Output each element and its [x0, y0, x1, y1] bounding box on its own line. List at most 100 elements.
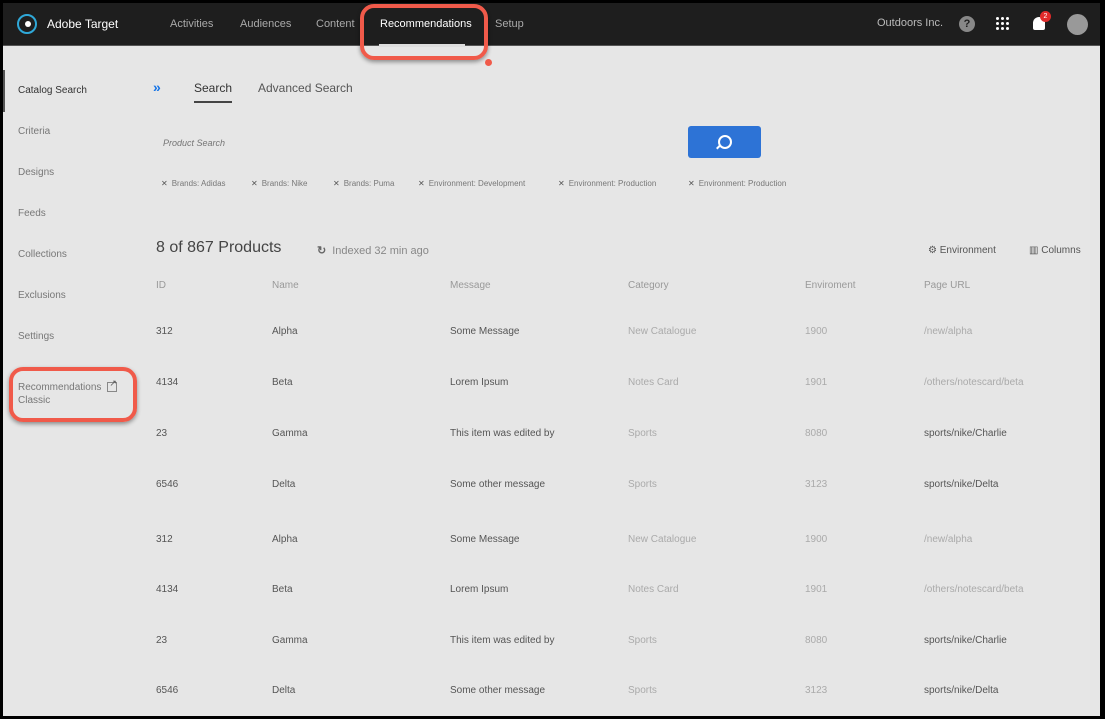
cell-environment: 8080 — [805, 428, 828, 439]
cell-message: Some other message — [450, 479, 546, 490]
active-indicator — [3, 70, 5, 112]
sidebar-item-collections[interactable]: Collections — [18, 249, 67, 260]
gear-icon: ⚙ — [928, 245, 940, 256]
column-header-category[interactable]: Category — [628, 280, 669, 291]
cell-message: This item was edited by — [450, 635, 555, 646]
app-window: Adobe Target Activities Audiences Conten… — [3, 3, 1100, 716]
apps-grid-icon[interactable] — [996, 17, 1010, 31]
cell-name: Beta — [272, 377, 293, 388]
close-icon[interactable]: ✕ — [251, 179, 258, 188]
cell-environment: 3123 — [805, 479, 828, 490]
cell-id: 312 — [156, 534, 173, 545]
column-header-page-url[interactable]: Page URL — [924, 280, 970, 291]
notification-badge: 2 — [1040, 11, 1051, 22]
cell-id: 23 — [156, 635, 168, 646]
cell-message: Lorem Ipsum — [450, 377, 509, 388]
column-header-message[interactable]: Message — [450, 280, 491, 291]
cell-environment: 1900 — [805, 326, 828, 337]
environment-button[interactable]: ⚙ Environment — [928, 245, 996, 256]
refresh-icon[interactable]: ↻ — [317, 245, 326, 257]
columns-icon: ▥ — [1029, 245, 1042, 256]
nav-setup[interactable]: Setup — [495, 18, 524, 30]
cell-environment: 1900 — [805, 534, 828, 545]
cell-category: New Catalogue — [628, 534, 697, 545]
cell-name: Gamma — [272, 428, 308, 439]
column-header-name[interactable]: Name — [272, 280, 299, 291]
cell-name: Beta — [272, 584, 293, 595]
adobe-target-logo-icon[interactable] — [17, 14, 37, 34]
cell-category: New Catalogue — [628, 326, 697, 337]
filter-tag[interactable]: ✕ Brands: Adidas — [161, 179, 226, 188]
cell-page-url: /new/alpha — [924, 326, 973, 337]
cell-message: This item was edited by — [450, 428, 555, 439]
cell-name: Alpha — [272, 326, 298, 337]
filter-tag[interactable]: ✕ Environment: Production — [688, 179, 786, 188]
avatar[interactable] — [1067, 14, 1088, 35]
cell-name: Delta — [272, 479, 296, 490]
cell-name: Alpha — [272, 534, 298, 545]
cell-page-url: sports/nike/Charlie — [924, 635, 1007, 646]
cell-id: 6546 — [156, 479, 179, 490]
cell-id: 23 — [156, 428, 168, 439]
cell-category: Sports — [628, 479, 657, 490]
indexed-status: ↻ Indexed 32 min ago — [317, 245, 429, 257]
cell-message: Lorem Ipsum — [450, 584, 509, 595]
cell-category: Notes Card — [628, 377, 679, 388]
annotation-highlight — [360, 4, 488, 60]
cell-category: Sports — [628, 635, 657, 646]
top-bar: Adobe Target Activities Audiences Conten… — [3, 3, 1100, 47]
tab-search[interactable]: Search — [194, 81, 233, 103]
close-icon[interactable]: ✕ — [558, 179, 565, 188]
column-header-environment[interactable]: Enviroment — [805, 280, 856, 291]
sidebar-item-designs[interactable]: Designs — [18, 167, 54, 178]
cell-environment: 1901 — [805, 377, 828, 388]
cell-id: 4134 — [156, 584, 179, 595]
sidebar-item-catalog-search[interactable]: Catalog Search — [18, 85, 87, 96]
close-icon[interactable]: ✕ — [333, 179, 340, 188]
columns-button[interactable]: ▥ Columns — [1029, 245, 1081, 256]
cell-page-url: sports/nike/Delta — [924, 685, 999, 696]
cell-name: Gamma — [272, 635, 308, 646]
sidebar-item-exclusions[interactable]: Exclusions — [18, 290, 66, 301]
cell-id: 312 — [156, 326, 173, 337]
nav-content[interactable]: Content — [316, 18, 355, 30]
product-search-input[interactable] — [163, 133, 683, 153]
filter-tag[interactable]: ✕ Brands: Nike — [251, 179, 308, 188]
cell-page-url: /others/notescard/beta — [924, 584, 1024, 595]
cell-page-url: /others/notescard/beta — [924, 377, 1024, 388]
filter-tag[interactable]: ✕ Brands: Puma — [333, 179, 394, 188]
results-count: 8 of 867 Products — [156, 239, 282, 256]
close-icon[interactable]: ✕ — [418, 179, 425, 188]
nav-audiences[interactable]: Audiences — [240, 18, 291, 30]
filter-tag[interactable]: ✕ Environment: Production — [558, 179, 656, 188]
filter-tag[interactable]: ✕ Environment: Development — [418, 179, 525, 188]
cell-page-url: sports/nike/Delta — [924, 479, 999, 490]
sidebar-item-settings[interactable]: Settings — [18, 331, 54, 342]
cell-environment: 1901 — [805, 584, 828, 595]
nav-activities[interactable]: Activities — [170, 18, 213, 30]
cell-id: 6546 — [156, 685, 179, 696]
close-icon[interactable]: ✕ — [688, 179, 695, 188]
cell-page-url: /new/alpha — [924, 534, 973, 545]
column-header-id[interactable]: ID — [156, 280, 166, 291]
brand-name[interactable]: Adobe Target — [47, 17, 118, 31]
cell-category: Sports — [628, 685, 657, 696]
cell-message: Some other message — [450, 685, 546, 696]
close-icon[interactable]: ✕ — [161, 179, 168, 188]
annotation-highlight — [9, 367, 137, 422]
cell-name: Delta — [272, 685, 296, 696]
tab-advanced-search[interactable]: Advanced Search — [258, 81, 353, 95]
cell-id: 4134 — [156, 377, 179, 388]
sidebar-item-feeds[interactable]: Feeds — [18, 208, 46, 219]
cell-environment: 8080 — [805, 635, 828, 646]
cell-page-url: sports/nike/Charlie — [924, 428, 1007, 439]
expand-sidebar-button[interactable]: » — [153, 79, 161, 95]
org-switcher[interactable]: Outdoors Inc. — [877, 17, 943, 29]
sidebar-item-criteria[interactable]: Criteria — [18, 126, 50, 137]
annotation-dot — [485, 59, 492, 66]
cell-message: Some Message — [450, 326, 520, 337]
help-icon[interactable]: ? — [959, 16, 975, 32]
cell-category: Sports — [628, 428, 657, 439]
search-button[interactable] — [688, 126, 761, 158]
cell-category: Notes Card — [628, 584, 679, 595]
